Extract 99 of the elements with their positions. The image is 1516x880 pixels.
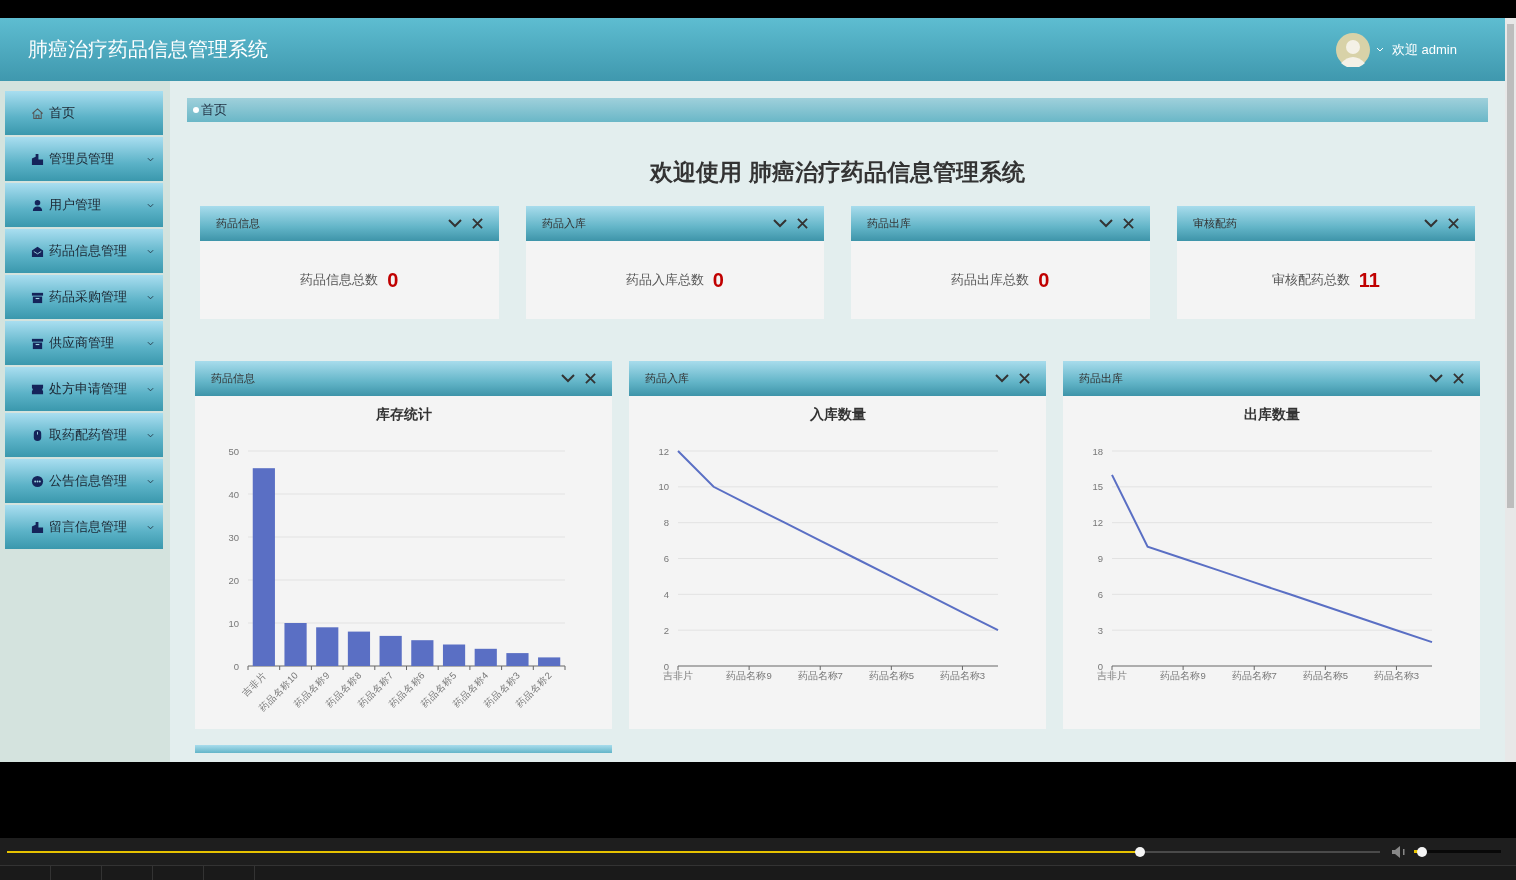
axis-label: 0 [663,660,669,672]
sidebar-item[interactable]: 药品信息管理 [5,229,163,273]
axis-label: 8 [663,517,669,529]
axis-label: 吉非片 [663,670,693,681]
chevron-icon[interactable] [773,219,787,228]
ticket-icon [31,382,44,396]
axis-label: 3 [1097,624,1103,636]
axis-label: 10 [228,617,239,629]
close-icon[interactable] [585,373,596,384]
axis-label: 药品名称5 [1302,670,1348,681]
bar [538,657,561,666]
axis-label: 吉非片 [1097,670,1127,681]
chevron-icon[interactable] [1098,219,1113,228]
stat-value: 0 [712,268,724,292]
chevron-icon[interactable] [995,374,1009,383]
stat-value: 0 [1038,268,1050,292]
axis-label: 12 [1092,517,1103,529]
axis-label: 6 [663,553,669,564]
close-icon[interactable] [797,218,808,229]
mouse-icon [31,428,44,442]
axis-label: 9 [1097,553,1103,564]
panel-title: 药品出库 [867,216,912,231]
axis-label: 30 [228,531,239,543]
archive-icon [31,336,44,350]
slider-thumb[interactable] [1134,846,1145,857]
panel-title: 药品信息 [211,371,256,386]
axis-label: 2 [663,624,669,636]
axis-label: 药品名称3 [1373,670,1420,681]
panel-title: 药品入库 [541,216,587,231]
sidebar-item[interactable]: 管理员管理 [5,137,163,181]
axis-label: 12 [658,445,669,457]
axis-label: 药品名称3 [939,670,986,681]
scrollbar-thumb[interactable] [1507,24,1514,508]
bar [284,623,307,666]
sidebar-item[interactable]: 供应商管理 [5,321,163,365]
stat-label: 药品出库总数 [951,271,1030,289]
close-icon[interactable] [471,218,483,229]
sidebar-item[interactable]: 取药配药管理 [5,413,163,457]
stat-label: 药品入库总数 [625,271,704,289]
bar [316,627,339,666]
axis-label: 药品名称7 [1231,670,1277,681]
panel-title: 药品出库 [1079,371,1124,386]
axis-label: 10 [658,481,669,493]
chevron-icon[interactable] [1429,374,1443,383]
axis-label: 0 [233,660,239,672]
stat-label: 药品信息总数 [300,271,379,289]
comment-dots-icon [31,474,44,488]
sidebar-item[interactable]: 处方申请管理 [5,367,163,411]
sidebar-item[interactable]: 用户管理 [5,183,163,227]
caret-icon[interactable] [1375,47,1384,52]
axis-label: 药品名称5 [868,670,914,681]
chart-title: 库存统计 [375,406,432,422]
sidebar-item[interactable]: 首页 [5,91,163,135]
envelope-icon [31,244,44,258]
close-icon[interactable] [1019,373,1030,384]
bar [442,644,466,666]
close-icon[interactable] [1453,373,1464,384]
user-icon [31,198,44,212]
close-icon[interactable] [1122,218,1134,229]
chart-title: 入库数量 [809,406,866,422]
sidebar-item[interactable]: 公告信息管理 [5,459,163,503]
axis-label: 4 [663,588,669,600]
bar [506,653,529,666]
sidebar-item[interactable]: 药品采购管理 [5,275,163,319]
home-icon [31,106,44,120]
axis-label: 药品名称9 [726,670,772,681]
axis-label: 15 [1092,481,1103,493]
bar [379,635,402,666]
slider-thumb[interactable] [1416,846,1427,857]
app-title: 肺癌治疗药品信息管理系统 [28,37,268,62]
avatar[interactable] [1335,32,1370,67]
panel-title: 药品信息 [216,216,261,231]
scrollbar[interactable] [1505,18,1516,762]
stat-value: 0 [387,268,399,292]
speaker-icon[interactable] [1392,845,1406,858]
chevron-icon[interactable] [447,219,462,228]
axis-label: 6 [1097,588,1103,600]
axis-label: 40 [228,488,239,500]
sidebar-item[interactable]: 留言信息管理 [5,505,163,549]
panel-title: 审核配药 [1192,216,1238,231]
bar [411,640,434,666]
axis-label: 50 [228,445,239,457]
archive-icon [31,290,44,304]
axis-label: 18 [1092,445,1103,457]
axis-label: 药品名称9 [1160,670,1206,681]
welcome-heading: 欢迎使用 肺癌治疗药品信息管理系统 [650,158,1025,186]
breadcrumb-item[interactable]: 首页 [201,101,227,119]
close-icon[interactable] [1448,218,1459,229]
stat-value: 11 [1358,268,1380,292]
panel-title: 药品入库 [645,371,690,386]
stat-label: 审核配药总数 [1271,271,1350,289]
chevron-icon[interactable] [561,374,575,383]
axis-label: 0 [1097,660,1103,672]
chart-title: 出库数量 [1243,406,1300,422]
axis-label: 20 [228,574,239,586]
bar [474,648,497,666]
axis-label: 药品名称7 [797,670,843,681]
bar [347,631,371,666]
chevron-icon[interactable] [1424,219,1438,228]
